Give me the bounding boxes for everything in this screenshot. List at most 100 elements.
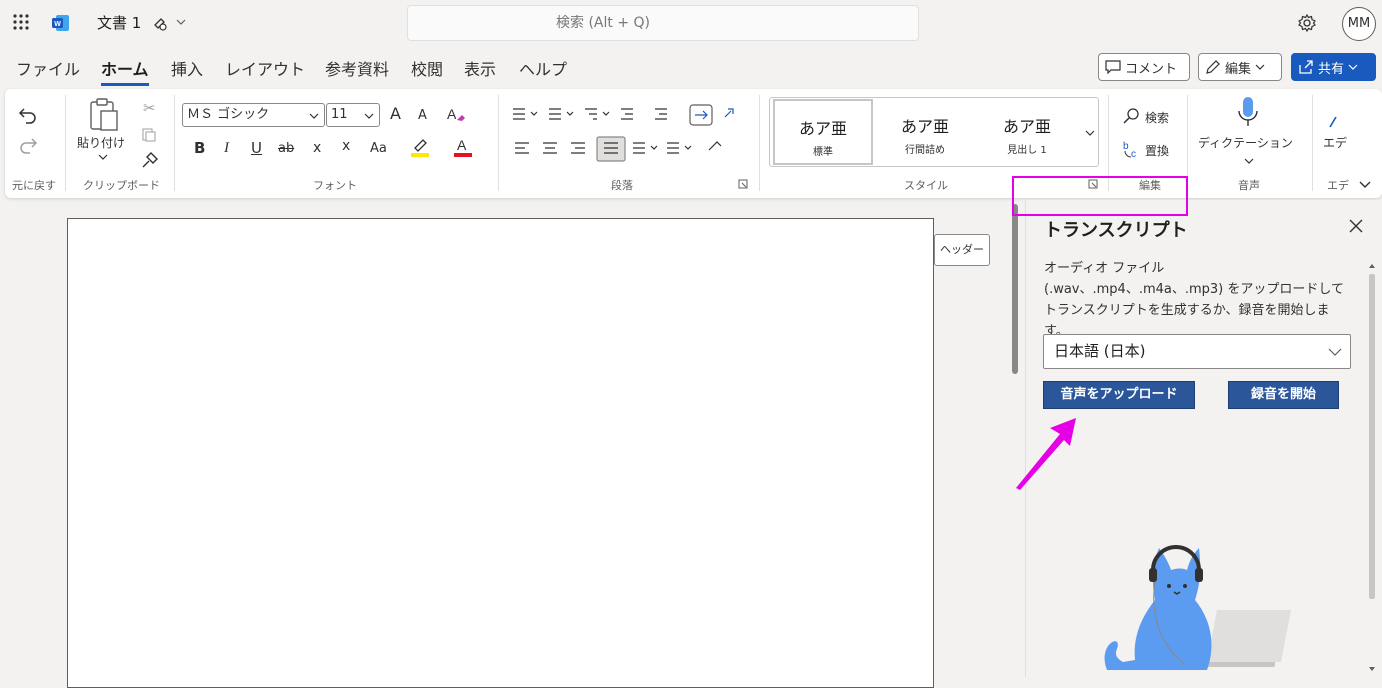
redo-icon[interactable] <box>18 137 38 155</box>
style-heading-1[interactable]: あア亜 見出し 1 <box>977 99 1077 165</box>
grow-font-icon[interactable]: A <box>390 105 401 123</box>
change-case-button[interactable]: Aa <box>370 140 387 158</box>
replace-icon[interactable]: b c <box>1122 139 1142 159</box>
clear-formatting-icon[interactable]: A <box>446 106 466 124</box>
chevron-down-icon[interactable] <box>175 16 187 28</box>
pointer-arrow-icon <box>1016 418 1076 490</box>
underline-button[interactable]: U <box>251 139 262 157</box>
word-logo-icon[interactable]: W <box>52 14 70 32</box>
strikethrough-button[interactable]: ab <box>278 140 294 158</box>
search-input[interactable]: 検索 (Alt + Q) <box>407 5 919 41</box>
save-status-icon <box>154 18 167 31</box>
editor-label[interactable]: エデ <box>1323 134 1347 151</box>
editor-icon[interactable] <box>1327 115 1339 129</box>
document-page[interactable] <box>67 218 934 688</box>
pane-scrollbar[interactable] <box>1366 260 1378 677</box>
tab-home[interactable]: ホーム <box>101 56 149 86</box>
style-sample: あア亜 <box>900 117 949 136</box>
tab-review[interactable]: 校閲 <box>411 56 443 80</box>
app-launcher-icon[interactable] <box>12 13 30 31</box>
avatar[interactable]: MM <box>1342 7 1376 41</box>
tab-file[interactable]: ファイル <box>16 56 80 80</box>
tab-view[interactable]: 表示 <box>464 56 496 80</box>
bold-button[interactable]: B <box>194 139 205 157</box>
share-icon <box>1299 60 1313 74</box>
chevron-down-icon <box>1255 64 1265 70</box>
font-name-select[interactable]: ＭＳ ゴシック <box>182 103 325 127</box>
cut-icon[interactable]: ✂ <box>143 99 156 117</box>
superscript-button[interactable]: x <box>342 137 350 155</box>
chevron-down-icon <box>364 113 374 119</box>
edit-label: 編集 <box>1225 61 1252 77</box>
tab-help[interactable]: ヘルプ <box>519 56 567 80</box>
style-no-spacing[interactable]: あア亜 行間詰め <box>875 99 975 165</box>
document-title[interactable]: 文書 1 <box>97 12 141 33</box>
share-button[interactable]: 共有 <box>1291 53 1376 81</box>
undo-group-label: 元に戻す <box>12 179 56 192</box>
pencil-icon <box>1206 60 1220 74</box>
microphone-icon[interactable] <box>1237 95 1259 129</box>
voice-group-label: 音声 <box>1238 179 1260 192</box>
svg-text:A: A <box>447 106 457 122</box>
start-recording-button[interactable]: 録音を開始 <box>1228 381 1339 409</box>
paragraph-align-controls[interactable] <box>509 136 745 162</box>
edit-mode-button[interactable]: 編集 <box>1198 53 1282 81</box>
tab-references[interactable]: 参考資料 <box>325 56 389 80</box>
subscript-button[interactable]: x <box>313 139 321 157</box>
language-select[interactable]: 日本語 (日本) <box>1043 334 1351 369</box>
comment-label: コメント <box>1125 61 1178 77</box>
font-size-select[interactable]: 11 <box>326 103 380 127</box>
language-value: 日本語 (日本) <box>1054 342 1146 360</box>
shrink-font-icon[interactable]: A <box>418 107 427 125</box>
paragraph-list-controls[interactable] <box>509 103 745 127</box>
font-color-icon[interactable]: A <box>452 136 476 158</box>
upload-highlight-frame <box>1012 176 1188 216</box>
dialog-launcher-icon[interactable] <box>738 179 748 189</box>
italic-button[interactable]: I <box>224 139 229 157</box>
search-placeholder: 検索 (Alt + Q) <box>556 15 650 31</box>
comment-button[interactable]: コメント <box>1098 53 1190 81</box>
title-bar: W 文書 1 検索 (Alt + Q) MM <box>0 0 1382 46</box>
group-divider <box>65 95 66 191</box>
find-label[interactable]: 検索 <box>1145 109 1169 126</box>
replace-label[interactable]: 置換 <box>1145 142 1169 159</box>
tab-layout[interactable]: レイアウト <box>225 56 305 80</box>
gear-icon[interactable] <box>1297 13 1317 33</box>
group-divider <box>498 95 499 191</box>
chevron-down-icon[interactable] <box>1085 129 1095 137</box>
search-icon[interactable] <box>1123 107 1141 125</box>
group-divider <box>174 95 175 191</box>
group-divider <box>759 95 760 191</box>
chevron-down-icon <box>309 113 319 119</box>
undo-icon[interactable] <box>18 107 38 125</box>
highlighter-icon[interactable] <box>409 136 433 158</box>
chevron-down-icon[interactable] <box>98 153 108 161</box>
style-sample: あア亜 <box>1002 117 1051 136</box>
font-group-label: フォント <box>313 179 357 192</box>
svg-text:b: b <box>1123 141 1129 152</box>
upload-audio-button[interactable]: 音声をアップロード <box>1043 381 1195 409</box>
header-tag[interactable]: ヘッダー <box>934 234 990 266</box>
format-painter-icon[interactable] <box>141 151 159 169</box>
chevron-down-icon[interactable] <box>1359 179 1371 189</box>
copy-icon[interactable] <box>141 127 157 143</box>
document-scrollbar[interactable] <box>1012 204 1018 374</box>
font-name-value: ＭＳ ゴシック <box>187 107 270 122</box>
font-size-value: 11 <box>331 107 348 122</box>
style-sample: あア亜 <box>798 119 847 138</box>
chevron-down-icon[interactable] <box>1244 157 1254 165</box>
paste-label[interactable]: 貼り付け <box>77 134 125 151</box>
paste-icon[interactable] <box>89 97 119 131</box>
group-divider <box>1312 95 1313 191</box>
svg-text:W: W <box>54 21 61 28</box>
chevron-down-icon <box>1328 348 1342 356</box>
paragraph-group-label: 段落 <box>611 179 633 192</box>
clipboard-group-label: クリップボード <box>83 179 160 192</box>
style-normal[interactable]: あア亜 標準 <box>773 99 873 165</box>
svg-text:A: A <box>457 137 467 153</box>
pane-description: オーディオ ファイル (.wav、.mp4、.m4a、.mp3) をアップロード… <box>1044 261 1344 339</box>
close-icon[interactable] <box>1348 218 1364 234</box>
cat-with-headphones-illustration <box>1104 545 1291 670</box>
dictation-label[interactable]: ディクテーション <box>1198 134 1293 151</box>
tab-insert[interactable]: 挿入 <box>171 56 203 80</box>
